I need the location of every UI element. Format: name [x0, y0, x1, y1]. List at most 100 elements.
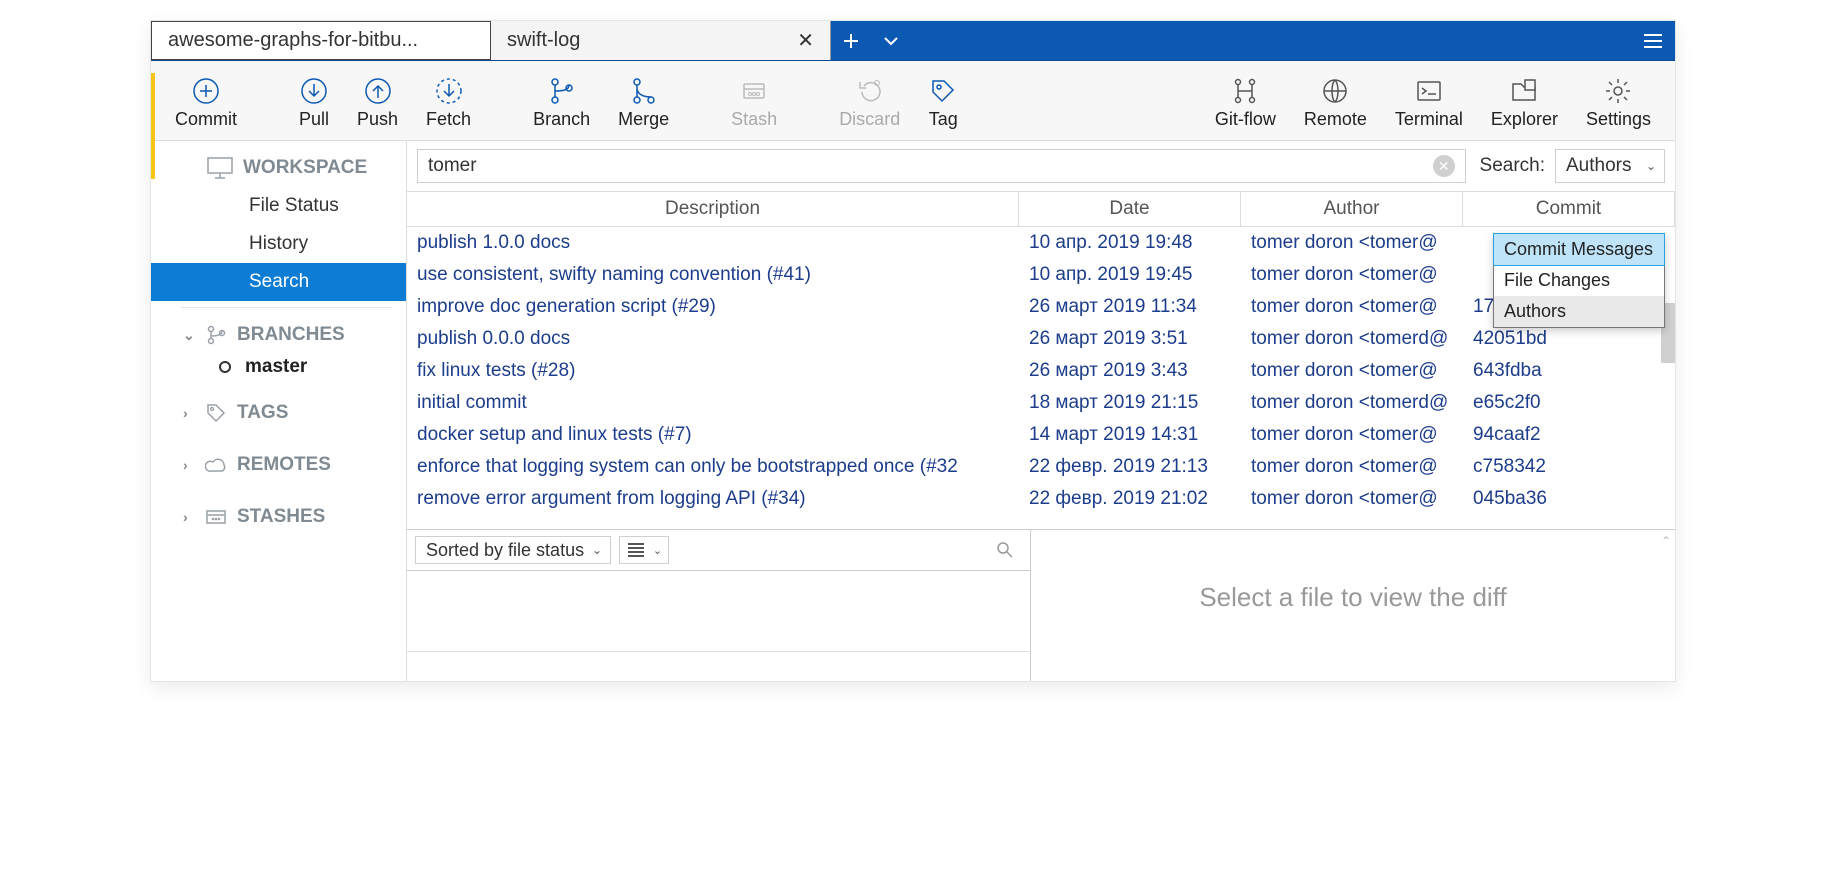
- explorer-button[interactable]: Explorer: [1477, 67, 1572, 140]
- gitflow-icon: [1230, 73, 1260, 109]
- dropdown-option-commit-messages[interactable]: Commit Messages: [1493, 233, 1665, 266]
- commit-row[interactable]: fix linux tests (#28)26 март 2019 3:43to…: [407, 355, 1675, 387]
- commit-row[interactable]: docker setup and linux tests (#7)14 март…: [407, 419, 1675, 451]
- search-filter-dropdown: Commit Messages File Changes Authors: [1493, 233, 1665, 328]
- scroll-up-icon[interactable]: ⌃: [1661, 534, 1671, 548]
- commit-date: 22 февр. 2019 21:02: [1019, 485, 1241, 513]
- tab-awesome-graphs[interactable]: awesome-graphs-for-bitbu...: [151, 21, 491, 60]
- remote-button[interactable]: Remote: [1290, 67, 1381, 140]
- tab-strip: awesome-graphs-for-bitbu... swift-log ✕: [151, 21, 1675, 61]
- chevron-down-icon: ⌄: [183, 327, 205, 344]
- sidebar-item-file-status[interactable]: File Status: [151, 187, 406, 225]
- push-label: Push: [357, 109, 398, 130]
- new-tab-button[interactable]: [831, 21, 871, 60]
- left-accent-bar: [151, 73, 155, 179]
- commit-date: 18 март 2019 21:15: [1019, 389, 1241, 417]
- commit-author: tomer doron <tomer@: [1241, 421, 1463, 449]
- merge-button[interactable]: Merge: [604, 67, 683, 140]
- tab-menu-button[interactable]: [871, 21, 911, 60]
- remote-label: Remote: [1304, 109, 1367, 130]
- settings-button[interactable]: Settings: [1572, 67, 1665, 140]
- col-author[interactable]: Author: [1241, 192, 1463, 226]
- commit-author: tomer doron <tomerd@: [1241, 389, 1463, 417]
- commit-desc: use consistent, swifty naming convention…: [407, 261, 1019, 289]
- commit-desc: publish 1.0.0 docs: [407, 229, 1019, 257]
- clear-search-icon[interactable]: ✕: [1433, 155, 1455, 177]
- col-description[interactable]: Description: [407, 192, 1019, 226]
- commit-grid-body[interactable]: publish 1.0.0 docs10 апр. 2019 19:48 tome…: [407, 227, 1675, 529]
- tag-icon: [205, 402, 227, 424]
- branch-icon: [205, 324, 227, 346]
- stash-icon: [739, 73, 769, 109]
- commit-row[interactable]: initial commit18 март 2019 21:15tomer do…: [407, 387, 1675, 419]
- branch-master[interactable]: master: [151, 352, 406, 382]
- commit-hash: c758342: [1463, 453, 1675, 481]
- view-mode-button[interactable]: ⌄: [619, 536, 669, 564]
- commit-hash: 94caaf2: [1463, 421, 1675, 449]
- close-icon[interactable]: ✕: [777, 28, 814, 53]
- commit-row[interactable]: publish 1.0.0 docs10 апр. 2019 19:48tome…: [407, 227, 1675, 259]
- arrow-down-circle-icon: [299, 73, 329, 109]
- search-filter-select[interactable]: Authors ⌄: [1555, 149, 1665, 183]
- search-input[interactable]: [428, 155, 1433, 177]
- gear-icon: [1603, 73, 1633, 109]
- sort-select[interactable]: Sorted by file status ⌄: [415, 536, 611, 564]
- current-branch-dot-icon: [219, 361, 231, 373]
- discard-icon: [855, 73, 885, 109]
- file-search-icon[interactable]: [996, 541, 1022, 559]
- commit-desc: initial commit: [407, 389, 1019, 417]
- commit-date: 10 апр. 2019 19:48: [1019, 229, 1241, 257]
- remotes-label: REMOTES: [237, 454, 331, 476]
- branch-button[interactable]: Branch: [519, 67, 604, 140]
- commit-desc: publish 0.0.0 docs: [407, 325, 1019, 353]
- arrow-up-circle-icon: [363, 73, 393, 109]
- commit-grid-header: Description Date Author Commit: [407, 191, 1675, 227]
- sidebar-item-history[interactable]: History: [151, 225, 406, 263]
- sidebar-branches-heading[interactable]: ⌄ BRANCHES: [151, 318, 406, 352]
- list-icon: [628, 543, 644, 557]
- commit-desc: remove error argument from logging API (…: [407, 485, 1019, 513]
- cloud-icon: [205, 454, 227, 476]
- commit-row[interactable]: improve doc generation script (#29)26 ма…: [407, 291, 1675, 323]
- merge-label: Merge: [618, 109, 669, 130]
- col-commit[interactable]: Commit: [1463, 192, 1675, 226]
- stash-button[interactable]: Stash: [717, 67, 791, 140]
- commit-row[interactable]: enforce that logging system can only be …: [407, 451, 1675, 483]
- search-row: ✕ Search: Authors ⌄: [407, 141, 1675, 191]
- fetch-button[interactable]: Fetch: [412, 67, 485, 140]
- commit-desc: fix linux tests (#28): [407, 357, 1019, 385]
- col-date[interactable]: Date: [1019, 192, 1241, 226]
- tag-button[interactable]: Tag: [914, 67, 972, 140]
- gitflow-button[interactable]: Git-flow: [1201, 67, 1290, 140]
- fetch-label: Fetch: [426, 109, 471, 130]
- chevron-right-icon: ›: [183, 457, 205, 473]
- chevron-right-icon: ›: [183, 509, 205, 525]
- terminal-button[interactable]: Terminal: [1381, 67, 1477, 140]
- commit-desc: docker setup and linux tests (#7): [407, 421, 1019, 449]
- plus-circle-icon: [191, 73, 221, 109]
- pull-button[interactable]: Pull: [285, 67, 343, 140]
- dropdown-option-file-changes[interactable]: File Changes: [1494, 265, 1664, 296]
- commit-row[interactable]: remove error argument from logging API (…: [407, 483, 1675, 515]
- commit-desc: improve doc generation script (#29): [407, 293, 1019, 321]
- commit-button[interactable]: Commit: [161, 67, 251, 140]
- branches-label: BRANCHES: [237, 324, 345, 346]
- sidebar-tags-heading[interactable]: › TAGS: [151, 396, 406, 430]
- tab-swift-log[interactable]: swift-log ✕: [491, 21, 831, 60]
- sort-select-label: Sorted by file status: [426, 540, 584, 561]
- dropdown-option-authors[interactable]: Authors: [1494, 296, 1664, 327]
- discard-button[interactable]: Discard: [825, 67, 914, 140]
- commit-row[interactable]: publish 0.0.0 docs26 март 2019 3:51tomer…: [407, 323, 1675, 355]
- sidebar-item-search[interactable]: Search: [151, 263, 406, 301]
- tag-label: Tag: [929, 109, 958, 130]
- merge-icon: [629, 73, 659, 109]
- file-list[interactable]: [407, 571, 1030, 651]
- push-button[interactable]: Push: [343, 67, 412, 140]
- sidebar-stashes-heading[interactable]: › STASHES: [151, 500, 406, 534]
- commit-row[interactable]: use consistent, swifty naming convention…: [407, 259, 1675, 291]
- sidebar-remotes-heading[interactable]: › REMOTES: [151, 448, 406, 482]
- hamburger-icon[interactable]: [1631, 21, 1675, 60]
- toolbar: Commit Pull Push Fetch Branch: [151, 61, 1675, 141]
- workspace-label: WORKSPACE: [243, 157, 367, 179]
- tags-label: TAGS: [237, 402, 288, 424]
